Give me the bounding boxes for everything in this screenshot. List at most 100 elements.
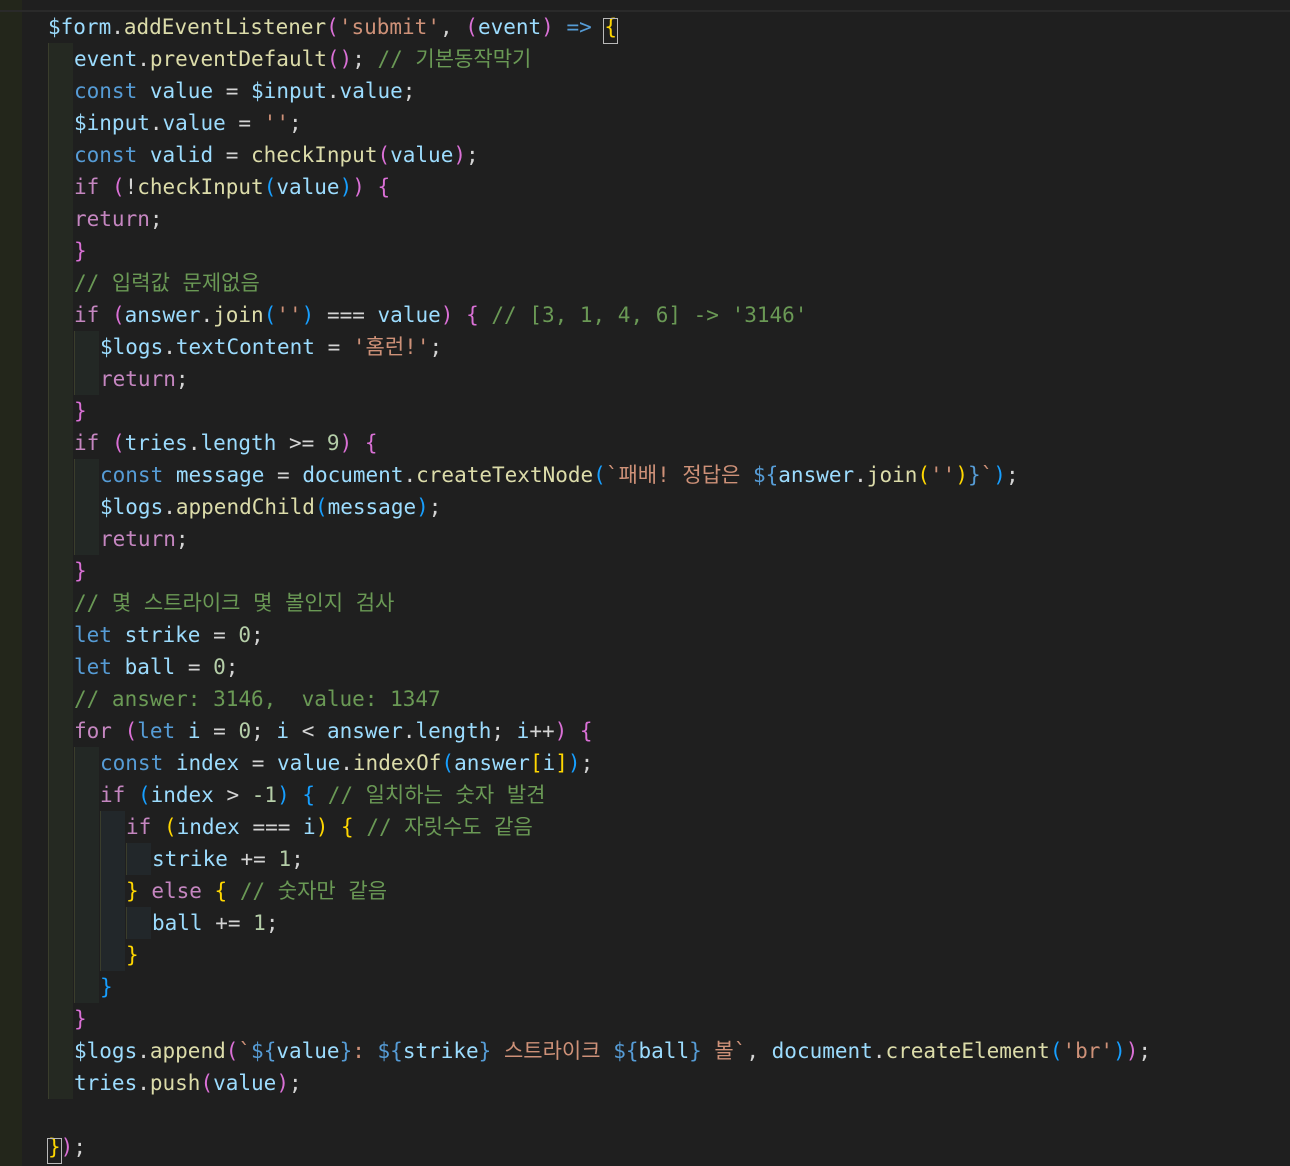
- code-token: ;: [402, 79, 416, 103]
- code-line[interactable]: }: [74, 395, 87, 427]
- code-line[interactable]: const index = value.indexOf(answer[i]);: [100, 747, 593, 779]
- code-line[interactable]: const value = $input.value;: [74, 75, 415, 107]
- code-token: // answer: 3146, value: 1347: [74, 687, 441, 711]
- code-token: 스트라이크: [491, 1039, 614, 1063]
- code-token: -1: [251, 783, 278, 807]
- code-line[interactable]: event.preventDefault(); // 기본동작막기: [74, 43, 531, 75]
- code-token: ;: [73, 1135, 86, 1159]
- code-token: {: [341, 815, 354, 839]
- code-token: message: [175, 463, 265, 487]
- code-token: ;: [466, 143, 479, 167]
- code-line[interactable]: // 입력값 문제없음: [74, 267, 260, 299]
- code-token: (: [263, 175, 277, 199]
- code-token: =: [213, 79, 252, 103]
- indent-guide: [126, 843, 151, 875]
- code-line[interactable]: tries.push(value);: [74, 1067, 302, 1099]
- code-line[interactable]: $logs.append(`${value}: ${strike} 스트라이크 …: [74, 1035, 1151, 1067]
- code-line[interactable]: } else { // 숫자만 같음: [126, 875, 387, 907]
- code-token: value: [149, 79, 214, 103]
- code-token: (: [263, 303, 277, 327]
- code-line[interactable]: let ball = 0;: [74, 651, 238, 683]
- code-token: .: [163, 495, 176, 519]
- code-token: ;: [352, 47, 378, 71]
- code-token: .: [111, 15, 124, 39]
- code-token: 0: [238, 719, 252, 743]
- code-line[interactable]: const valid = checkInput(value);: [74, 139, 479, 171]
- code-token: value: [377, 303, 441, 327]
- code-token: <: [289, 719, 327, 743]
- code-line[interactable]: $logs.appendChild(message);: [100, 491, 441, 523]
- code-token: const: [100, 463, 164, 487]
- code-token: .: [187, 431, 201, 455]
- code-token: '': [930, 463, 956, 487]
- code-line[interactable]: if (tries.length >= 9) {: [74, 427, 378, 459]
- code-token: }: [339, 1039, 353, 1063]
- code-line[interactable]: // answer: 3146, value: 1347: [74, 683, 441, 715]
- code-token: {: [214, 879, 228, 903]
- code-line[interactable]: $logs.textContent = '홈런!';: [100, 331, 442, 363]
- code-token: let: [74, 623, 112, 647]
- code-token: if: [126, 815, 152, 839]
- code-token: {: [377, 175, 391, 199]
- code-line[interactable]: let strike = 0;: [74, 619, 264, 651]
- code-line[interactable]: strike += 1;: [152, 843, 304, 875]
- code-line[interactable]: ball += 1;: [152, 907, 278, 939]
- code-line[interactable]: $input.value = '';: [74, 107, 302, 139]
- code-token: ;: [175, 367, 189, 391]
- code-line[interactable]: return;: [100, 363, 189, 395]
- code-token: ,: [746, 1039, 772, 1063]
- code-line[interactable]: return;: [74, 203, 163, 235]
- code-token: return: [100, 527, 176, 551]
- code-token: value: [276, 1039, 340, 1063]
- code-token: +=: [202, 911, 254, 935]
- code-token: i: [516, 719, 530, 743]
- code-line[interactable]: return;: [100, 523, 189, 555]
- code-line[interactable]: if (index > -1) { // 일치하는 숫자 발견: [100, 779, 545, 811]
- code-line[interactable]: for (let i = 0; i < answer.length; i++) …: [74, 715, 593, 747]
- code-line[interactable]: if (answer.join('') === value) { // [3, …: [74, 299, 807, 331]
- code-line[interactable]: }: [74, 555, 87, 587]
- code-line[interactable]: if (!checkInput(value)) {: [74, 171, 390, 203]
- code-line[interactable]: }: [74, 235, 87, 267]
- code-token: '홈런!': [352, 335, 430, 359]
- code-line[interactable]: $form.addEventListener('submit', (event)…: [48, 11, 617, 43]
- code-token: 1: [253, 911, 266, 935]
- code-token: else: [151, 879, 202, 903]
- code-token: (: [111, 303, 125, 327]
- code-token: ;: [580, 751, 594, 775]
- code-token: .: [149, 111, 163, 135]
- code-token: }: [74, 559, 87, 583]
- code-token: ): [554, 719, 568, 743]
- code-token: ): [440, 303, 454, 327]
- bracket-match-highlight: [47, 1138, 62, 1164]
- code-token: 'br': [1062, 1039, 1114, 1063]
- code-line[interactable]: }: [126, 939, 139, 971]
- code-line[interactable]: const message = document.createTextNode(…: [100, 459, 1019, 491]
- code-token: strike: [152, 847, 228, 871]
- code-token: (): [326, 47, 353, 71]
- code-token: ${: [377, 1039, 403, 1063]
- code-token: ;: [251, 719, 277, 743]
- code-token: // 숫자만 같음: [239, 879, 388, 903]
- code-line[interactable]: }: [100, 971, 113, 1003]
- code-token: =: [239, 751, 278, 775]
- code-editor[interactable]: $form.addEventListener('submit', (event)…: [0, 0, 1290, 1166]
- code-token: ): [60, 1135, 74, 1159]
- code-line[interactable]: // 몇 스트라이크 몇 볼인지 검사: [74, 587, 394, 619]
- code-token: ;: [288, 111, 302, 135]
- code-token: =: [225, 111, 264, 135]
- code-line[interactable]: }: [74, 1003, 87, 1035]
- code-token: return: [100, 367, 176, 391]
- code-token: const: [74, 143, 138, 167]
- code-token: (: [111, 175, 125, 199]
- code-token: ;: [265, 911, 279, 935]
- code-token: valid: [149, 143, 214, 167]
- code-token: textContent: [175, 335, 315, 359]
- code-token: {: [466, 303, 479, 327]
- code-line[interactable]: if (index === i) { // 자릿수도 같음: [126, 811, 533, 843]
